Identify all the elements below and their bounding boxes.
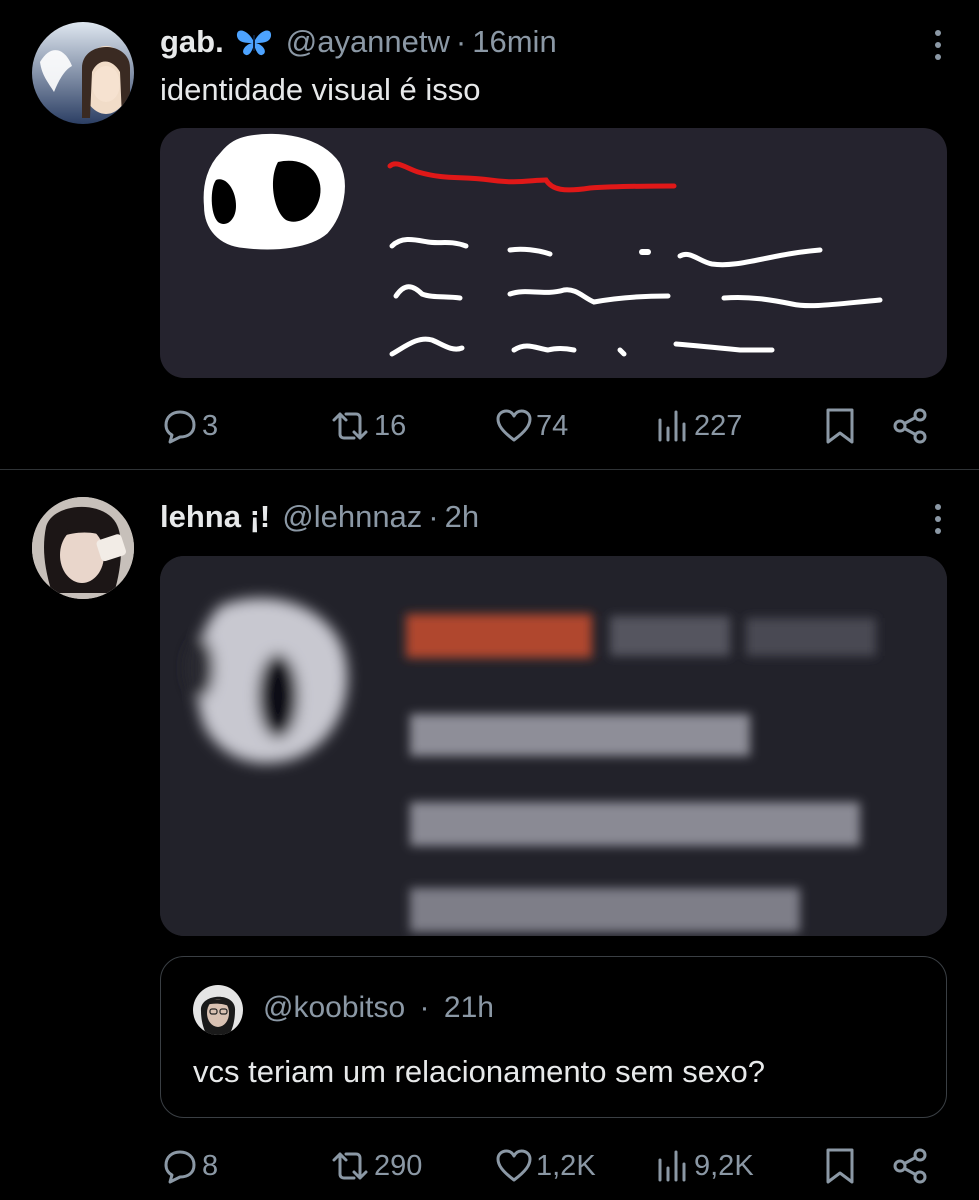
repost-button[interactable]: 16 [328, 404, 406, 448]
views-count: 9,2K [694, 1149, 754, 1182]
reply-icon [160, 1146, 200, 1186]
bookmark-button[interactable] [822, 1144, 858, 1188]
repost-icon [328, 406, 372, 446]
bookmark-button[interactable] [822, 404, 858, 448]
tweet-image-blurred[interactable] [160, 556, 947, 936]
reply-button[interactable]: 8 [160, 1144, 218, 1188]
repost-count: 290 [374, 1149, 423, 1182]
separator-dot: · [428, 499, 439, 534]
share-icon [890, 406, 930, 446]
like-count: 74 [536, 409, 569, 442]
tweet-header: gab. @ayannetw · 16min [160, 24, 557, 60]
more-options-icon[interactable] [935, 30, 941, 60]
butterfly-icon [234, 27, 274, 57]
repost-icon [328, 1146, 372, 1186]
views-icon [656, 1146, 692, 1186]
quoted-tweet[interactable]: @koobitso · 21h vcs teriam um relacionam… [160, 956, 947, 1118]
quoted-header: @koobitso · 21h [263, 991, 494, 1025]
views-count: 227 [694, 409, 743, 442]
tweet-text: identidade visual é isso [160, 72, 481, 107]
handle[interactable]: @lehnnaz [282, 499, 422, 535]
share-icon [890, 1146, 930, 1186]
reply-count: 8 [202, 1149, 219, 1182]
share-button[interactable] [890, 1144, 930, 1188]
like-button[interactable]: 1,2K [494, 1144, 596, 1188]
repost-button[interactable]: 290 [328, 1144, 422, 1188]
views-button[interactable]: 227 [656, 404, 742, 448]
tweet-2[interactable]: lehna ¡! @lehnnaz · 2h @koobitso · 21h v… [0, 471, 979, 1200]
handle[interactable]: @ayannetw [286, 24, 450, 60]
heart-icon [494, 1146, 534, 1186]
bookmark-icon [822, 406, 858, 446]
timestamp[interactable]: 16min [472, 24, 556, 60]
repost-count: 16 [374, 409, 407, 442]
quoted-avatar[interactable] [193, 985, 243, 1035]
avatar[interactable] [32, 497, 134, 599]
separator-dot: · [455, 24, 467, 59]
quoted-handle[interactable]: @koobitso [263, 991, 405, 1024]
separator-dot: · [419, 991, 430, 1024]
views-button[interactable]: 9,2K [656, 1144, 754, 1188]
reply-count: 3 [202, 409, 219, 442]
bookmark-icon [822, 1146, 858, 1186]
like-button[interactable]: 74 [494, 404, 568, 448]
tweet-header: lehna ¡! @lehnnaz · 2h [160, 499, 479, 535]
display-name[interactable]: lehna ¡! [160, 499, 270, 535]
share-button[interactable] [890, 404, 930, 448]
reply-icon [160, 406, 200, 446]
tweet-image[interactable] [160, 128, 947, 378]
quoted-text: vcs teriam um relacionamento sem sexo? [193, 1054, 766, 1089]
timestamp[interactable]: 2h [445, 499, 479, 535]
tweet-1[interactable]: gab. @ayannetw · 16min identidade visual… [0, 0, 979, 470]
heart-icon [494, 406, 534, 446]
views-icon [656, 406, 692, 446]
reply-button[interactable]: 3 [160, 404, 218, 448]
display-name[interactable]: gab. [160, 24, 224, 60]
action-bar: 8 290 1,2K 9,2K [160, 1144, 935, 1188]
like-count: 1,2K [536, 1149, 596, 1182]
avatar[interactable] [32, 22, 134, 124]
action-bar: 3 16 74 227 [160, 404, 935, 448]
quoted-timestamp[interactable]: 21h [444, 991, 494, 1024]
more-options-icon[interactable] [935, 504, 941, 534]
